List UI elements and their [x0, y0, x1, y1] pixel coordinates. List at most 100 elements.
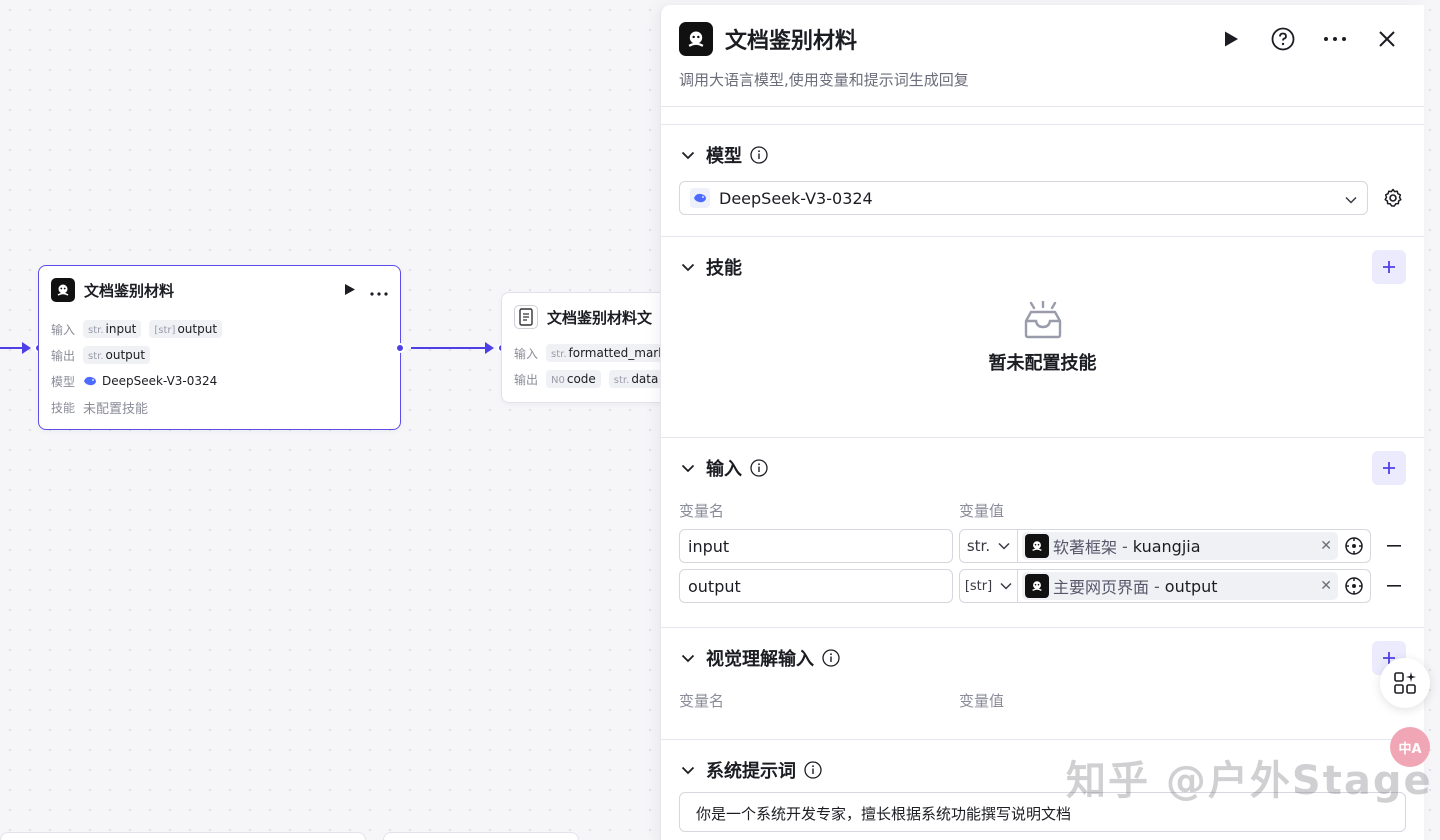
info-icon[interactable]	[750, 459, 768, 477]
source-node-name: 主要网页界面	[1053, 578, 1150, 597]
skill-label: 技能	[51, 400, 76, 415]
variable-reference-chip[interactable]: 软著框架 - kuangjia ✕	[1022, 532, 1338, 560]
code-node[interactable]: 文档鉴别材料文 输入 str. formatted_marke 输出 N0 code…	[501, 292, 681, 403]
more-icon[interactable]	[1322, 26, 1348, 52]
edge-arrow	[485, 342, 494, 354]
more-icon[interactable]	[370, 281, 388, 300]
section-title: 视觉理解输入	[706, 649, 814, 670]
inputs-label: 输入	[514, 346, 539, 361]
outputs-label: 输出	[514, 372, 539, 387]
llm-logo-icon	[679, 22, 713, 56]
type-label: str.	[88, 325, 104, 336]
node-inputs-row: 输入 str. formatted_marke	[502, 340, 680, 366]
input-tag: str. input	[83, 320, 142, 338]
input-tag: str. formatted_marke	[546, 344, 678, 362]
deepseek-whale-icon	[690, 188, 710, 208]
variable-reference-chip[interactable]: 主要网页界面 - output ✕	[1022, 572, 1338, 600]
output-tag: str. output	[83, 346, 151, 364]
info-icon[interactable]	[750, 146, 768, 164]
run-icon[interactable]	[344, 281, 356, 300]
section-title: 输入	[706, 459, 742, 480]
remove-row-icon[interactable]	[1383, 585, 1405, 587]
panel-description: 调用大语言模型,使用变量和提示词生成回复	[679, 71, 969, 89]
type-select[interactable]: str.	[960, 530, 1018, 562]
target-select-icon[interactable]	[1338, 576, 1370, 596]
remove-row-icon[interactable]	[1383, 545, 1405, 547]
type-label: N0	[551, 375, 565, 386]
edge-incoming-arrow	[22, 342, 31, 354]
output-tag: N0 code	[546, 370, 601, 388]
model-label: 模型	[51, 374, 76, 389]
apps-sparkle-button[interactable]	[1380, 658, 1430, 708]
type-select[interactable]: [str]	[960, 570, 1018, 602]
type-label: str.	[966, 537, 991, 555]
add-input-button[interactable]	[1372, 451, 1406, 485]
chevron-down-icon[interactable]	[679, 649, 697, 667]
col-var-value: 变量值	[959, 691, 1005, 710]
col-var-value: 变量值	[959, 501, 1005, 520]
skill-value: 未配置技能	[83, 401, 149, 417]
info-icon[interactable]	[822, 649, 840, 667]
type-label: str.	[551, 349, 567, 360]
var-name: output	[177, 322, 218, 336]
model-select[interactable]: DeepSeek-V3-0324	[679, 181, 1368, 215]
close-icon[interactable]	[1374, 26, 1400, 52]
source-var-name: output	[1164, 576, 1218, 596]
panel-title[interactable]: 文档鉴别材料	[725, 23, 857, 55]
target-select-icon[interactable]	[1338, 536, 1370, 556]
llm-node[interactable]: 文档鉴别材料 输入 str. input [str] output 输出 str. o…	[38, 265, 401, 430]
node-title: 文档鉴别材料文	[547, 308, 653, 327]
chevron-down-icon[interactable]	[679, 761, 697, 779]
empty-state: 暂未配置技能	[679, 297, 1406, 409]
skill-section: 技能 暂未配置技能	[661, 237, 1424, 438]
help-icon[interactable]	[1270, 26, 1296, 52]
node-outputs-row: 输出 N0 code str. data	[502, 366, 680, 392]
var-name: data	[631, 372, 659, 386]
var-value-field[interactable]: [str] 主要网页界面 - output ✕	[959, 569, 1371, 603]
clear-ref-icon[interactable]: ✕	[1320, 538, 1332, 554]
code-doc-icon	[514, 305, 538, 329]
var-name-input[interactable]: output	[679, 569, 953, 603]
node-title: 文档鉴别材料	[84, 281, 175, 300]
var-value-field[interactable]: str. 软著框架 - kuangjia ✕	[959, 529, 1371, 563]
chevron-down-icon[interactable]	[679, 258, 697, 276]
model-section: 模型 DeepSeek-V3-0324	[661, 125, 1424, 237]
deepseek-whale-icon	[84, 376, 96, 386]
type-label: [str]	[154, 325, 176, 336]
settings-gear-icon[interactable]	[1380, 185, 1406, 211]
column-header: 变量名 变量值	[679, 494, 1406, 526]
watermark-text: 知乎 @户外Stage	[1066, 758, 1433, 804]
var-name-input[interactable]: input	[679, 529, 953, 563]
info-icon[interactable]	[804, 761, 822, 779]
section-title: 系统提示词	[706, 761, 796, 782]
chevron-down-icon[interactable]	[679, 146, 697, 164]
input-var-row: output [str] 主要网页界面 - output ✕	[679, 566, 1406, 606]
run-icon[interactable]	[1218, 26, 1244, 52]
source-node-name: 软著框架	[1053, 538, 1118, 557]
col-var-name: 变量名	[679, 501, 725, 520]
var-name: output	[105, 348, 146, 362]
model-name: DeepSeek-V3-0324	[102, 374, 218, 388]
col-var-name: 变量名	[679, 691, 725, 710]
add-skill-button[interactable]	[1372, 250, 1406, 284]
var-name: code	[566, 372, 596, 386]
section-title: 技能	[706, 258, 742, 279]
input-var-row: input str. 软著框架 - kuangjia ✕	[679, 526, 1406, 566]
canvas-node-stub[interactable]	[0, 832, 366, 840]
llm-logo-icon	[1025, 574, 1049, 598]
node1-output-port[interactable]	[395, 343, 405, 353]
empty-box-icon	[1024, 301, 1061, 339]
canvas-node-stub[interactable]	[383, 832, 579, 840]
clear-ref-icon[interactable]: ✕	[1320, 578, 1332, 594]
source-var-name: kuangjia	[1132, 536, 1201, 556]
panel-divider	[661, 107, 1424, 125]
apps-icon	[1394, 672, 1416, 694]
selected-model: DeepSeek-V3-0324	[719, 188, 873, 208]
input-section: 输入 变量名 变量值 input str. 软著框架 - kuangjia ✕	[661, 438, 1424, 628]
input-tag: [str] output	[149, 320, 223, 338]
node-header: 文档鉴别材料	[39, 266, 400, 314]
node-config-panel: 文档鉴别材料 调用大语言模型,使用变量和提示词生成回复 模型 DeepSeek-…	[660, 5, 1424, 840]
chevron-down-icon[interactable]	[679, 459, 697, 477]
var-name: input	[105, 322, 137, 336]
column-header: 变量名 变量值	[679, 684, 1406, 716]
